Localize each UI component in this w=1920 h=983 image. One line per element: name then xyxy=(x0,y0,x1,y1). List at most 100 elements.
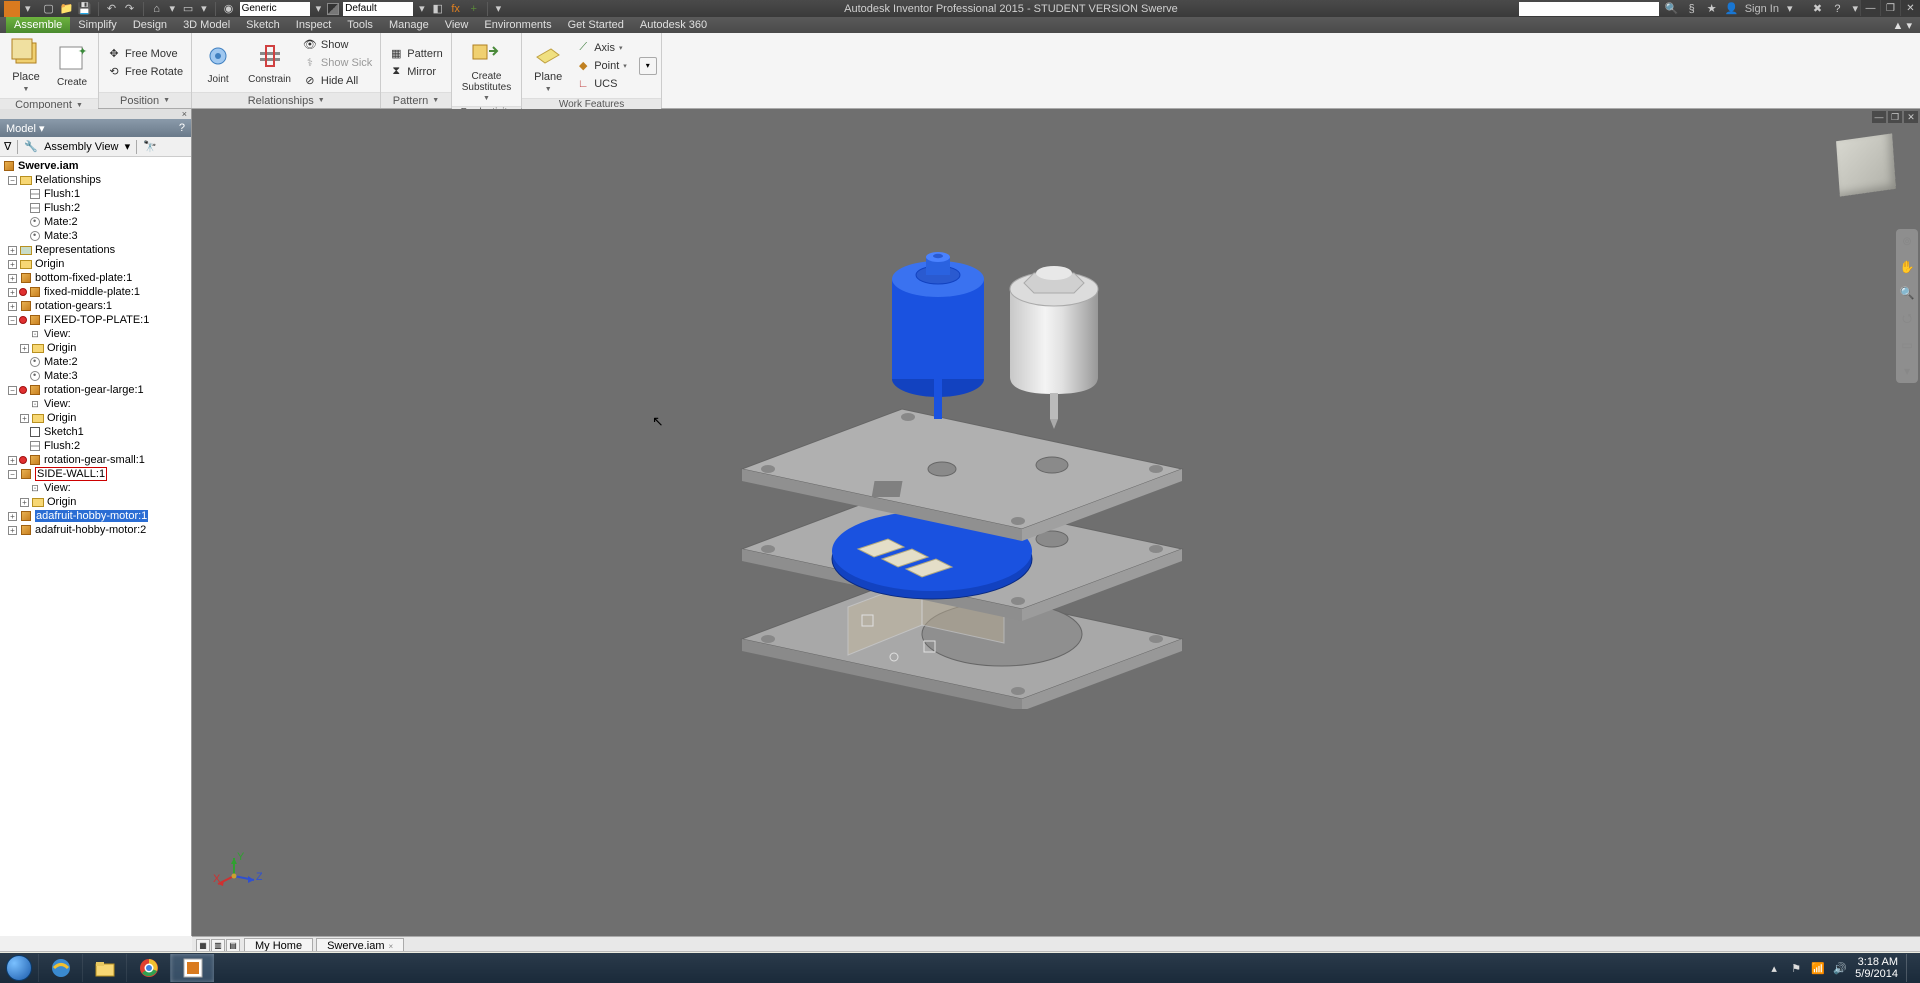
tree-item[interactable]: +Origin xyxy=(2,257,189,271)
tree-item[interactable]: −rotation-gear-large:1 xyxy=(2,383,189,397)
tb-chrome-icon[interactable] xyxy=(126,954,170,982)
tab-get-started[interactable]: Get Started xyxy=(560,17,632,33)
tree-root[interactable]: Swerve.iam xyxy=(2,159,189,173)
taskbar-clock[interactable]: 3:18 AM 5/9/2014 xyxy=(1855,956,1898,980)
tree-item[interactable]: Sketch1 xyxy=(2,425,189,439)
qat-select-icon[interactable]: ▭ xyxy=(181,2,195,16)
tab-tools[interactable]: Tools xyxy=(339,17,381,33)
x-exchange-icon[interactable]: ✖ xyxy=(1810,2,1824,16)
qat-undo-icon[interactable]: ↶ xyxy=(105,2,119,16)
tree-item[interactable]: Flush:2 xyxy=(2,201,189,215)
tree-item[interactable]: Mate:2 xyxy=(2,215,189,229)
qat-redo-icon[interactable]: ↷ xyxy=(123,2,137,16)
tree-item[interactable]: +Representations xyxy=(2,243,189,257)
place-button[interactable]: Place▼ xyxy=(4,35,48,96)
qat-select-drop[interactable]: ▾ xyxy=(199,2,209,15)
tree-item[interactable]: +fixed-middle-plate:1 xyxy=(2,285,189,299)
tree-item[interactable]: −Relationships xyxy=(2,173,189,187)
qat-color-icon[interactable]: ◧ xyxy=(431,2,445,16)
tb-ie-icon[interactable] xyxy=(38,954,82,982)
tree-item[interactable]: Mate:3 xyxy=(2,229,189,243)
tray-volume-icon[interactable]: 🔊 xyxy=(1833,961,1847,975)
tb-explorer-icon[interactable] xyxy=(82,954,126,982)
sub-icon[interactable]: § xyxy=(1685,2,1699,16)
qat-save-icon[interactable]: 💾 xyxy=(78,2,92,16)
show-button[interactable]: 👁Show xyxy=(299,36,376,54)
app-icon[interactable] xyxy=(4,1,20,17)
tb-inventor-icon[interactable] xyxy=(170,954,214,982)
tree-item[interactable]: +Origin xyxy=(2,495,189,509)
star-icon[interactable]: ★ xyxy=(1705,2,1719,16)
help-drop[interactable]: ▾ xyxy=(1850,2,1860,15)
pattern-button[interactable]: ▦Pattern xyxy=(385,45,446,63)
tab-design[interactable]: Design xyxy=(125,17,175,33)
qat-home-drop[interactable]: ▾ xyxy=(168,2,178,15)
plane-button[interactable]: Plane▼ xyxy=(526,35,570,96)
window-close-button[interactable]: ✕ xyxy=(1900,0,1920,16)
qat-new-icon[interactable]: ▢ xyxy=(42,2,56,16)
window-restore-button[interactable]: ❐ xyxy=(1880,0,1900,16)
tab-manage[interactable]: Manage xyxy=(381,17,437,33)
qat-home-icon[interactable]: ⌂ xyxy=(150,2,164,16)
mirror-button[interactable]: ⧗Mirror xyxy=(385,63,446,81)
material-drop[interactable]: ▾ xyxy=(314,2,324,15)
tree-item[interactable]: −FIXED-TOP-PLATE:1 xyxy=(2,313,189,327)
appearance-select[interactable]: Default xyxy=(343,2,413,16)
axis-button[interactable]: ⟋Axis ▾ xyxy=(572,39,631,57)
tray-flag-icon[interactable]: ⚑ xyxy=(1789,961,1803,975)
joint-button[interactable]: Joint xyxy=(196,35,240,90)
tab-autodesk-360[interactable]: Autodesk 360 xyxy=(632,17,715,33)
tree-item[interactable]: +rotation-gear-small:1 xyxy=(2,453,189,467)
tab-sketch[interactable]: Sketch xyxy=(238,17,288,33)
search-input[interactable] xyxy=(1519,2,1659,16)
tree-item[interactable]: +rotation-gears:1 xyxy=(2,299,189,313)
hide-all-button[interactable]: ⊘Hide All xyxy=(299,72,376,90)
tree-item[interactable]: Mate:2 xyxy=(2,355,189,369)
tab-view[interactable]: View xyxy=(437,17,477,33)
find-icon[interactable]: 🔭 xyxy=(143,140,157,153)
tree-item[interactable]: +bottom-fixed-plate:1 xyxy=(2,271,189,285)
vp-close-button[interactable]: ✕ xyxy=(1904,111,1918,123)
search-icon[interactable]: 🔍 xyxy=(1665,2,1679,16)
tree-item[interactable]: ⊡View: xyxy=(2,481,189,495)
panel-header[interactable]: Model ▾ ? xyxy=(0,119,191,137)
free-move-button[interactable]: ✥Free Move xyxy=(103,45,187,63)
tree-item[interactable]: Flush:1 xyxy=(2,187,189,201)
assembly-view-icon[interactable]: 🔧 xyxy=(24,140,38,153)
tab-assemble[interactable]: Assemble xyxy=(6,17,70,33)
tree-item[interactable]: +Origin xyxy=(2,341,189,355)
vp-restore-button[interactable]: ❐ xyxy=(1888,111,1902,123)
point-button[interactable]: ◆Point ▾ xyxy=(572,57,631,75)
nav-orbit-icon[interactable]: ⭯ xyxy=(1899,311,1915,327)
nav-wheel-icon[interactable]: ⊚ xyxy=(1899,233,1915,249)
show-desktop-button[interactable] xyxy=(1906,954,1912,982)
tree-item[interactable]: ⊡View: xyxy=(2,397,189,411)
filter-icon[interactable]: ∇ xyxy=(4,140,11,153)
tray-up-icon[interactable]: ▴ xyxy=(1767,961,1781,975)
free-rotate-button[interactable]: ⟲Free Rotate xyxy=(103,63,187,81)
nav-zoom-icon[interactable]: 🔍 xyxy=(1899,285,1915,301)
qat-fx-icon[interactable]: fx xyxy=(449,2,463,16)
tab-simplify[interactable]: Simplify xyxy=(70,17,125,33)
qat-material-icon[interactable]: ◉ xyxy=(222,2,236,16)
tree-item[interactable]: Mate:3 xyxy=(2,369,189,383)
ribbon-collapse-icon[interactable]: ▲ ▾ xyxy=(1885,17,1920,33)
tree-item-sidewall[interactable]: −SIDE-WALL:1 xyxy=(2,467,189,481)
appearance-swatch-icon[interactable] xyxy=(327,3,339,15)
assembly-view-dropdown[interactable]: Assembly View ▾ xyxy=(44,140,130,153)
create-substitutes-button[interactable]: Create Substitutes ▼ xyxy=(456,35,517,104)
tree-item[interactable]: Flush:2 xyxy=(2,439,189,453)
vp-minimize-button[interactable]: — xyxy=(1872,111,1886,123)
tab-environments[interactable]: Environments xyxy=(476,17,559,33)
panel-help-icon[interactable]: ? xyxy=(179,122,185,134)
tab-close-icon[interactable]: × xyxy=(389,942,394,951)
tab-3d-model[interactable]: 3D Model xyxy=(175,17,238,33)
nav-pan-icon[interactable]: ✋ xyxy=(1899,259,1915,275)
panel-close-button[interactable]: × xyxy=(0,109,191,119)
signin-person-icon[interactable]: 👤 xyxy=(1725,2,1739,16)
signin-drop[interactable]: ▾ xyxy=(1785,2,1795,15)
signin-link[interactable]: Sign In xyxy=(1745,3,1779,15)
tree-item-selected[interactable]: +adafruit-hobby-motor:1 xyxy=(2,509,189,523)
nav-more-icon[interactable]: ▾ xyxy=(1899,363,1915,379)
tree-item[interactable]: +adafruit-hobby-motor:2 xyxy=(2,523,189,537)
